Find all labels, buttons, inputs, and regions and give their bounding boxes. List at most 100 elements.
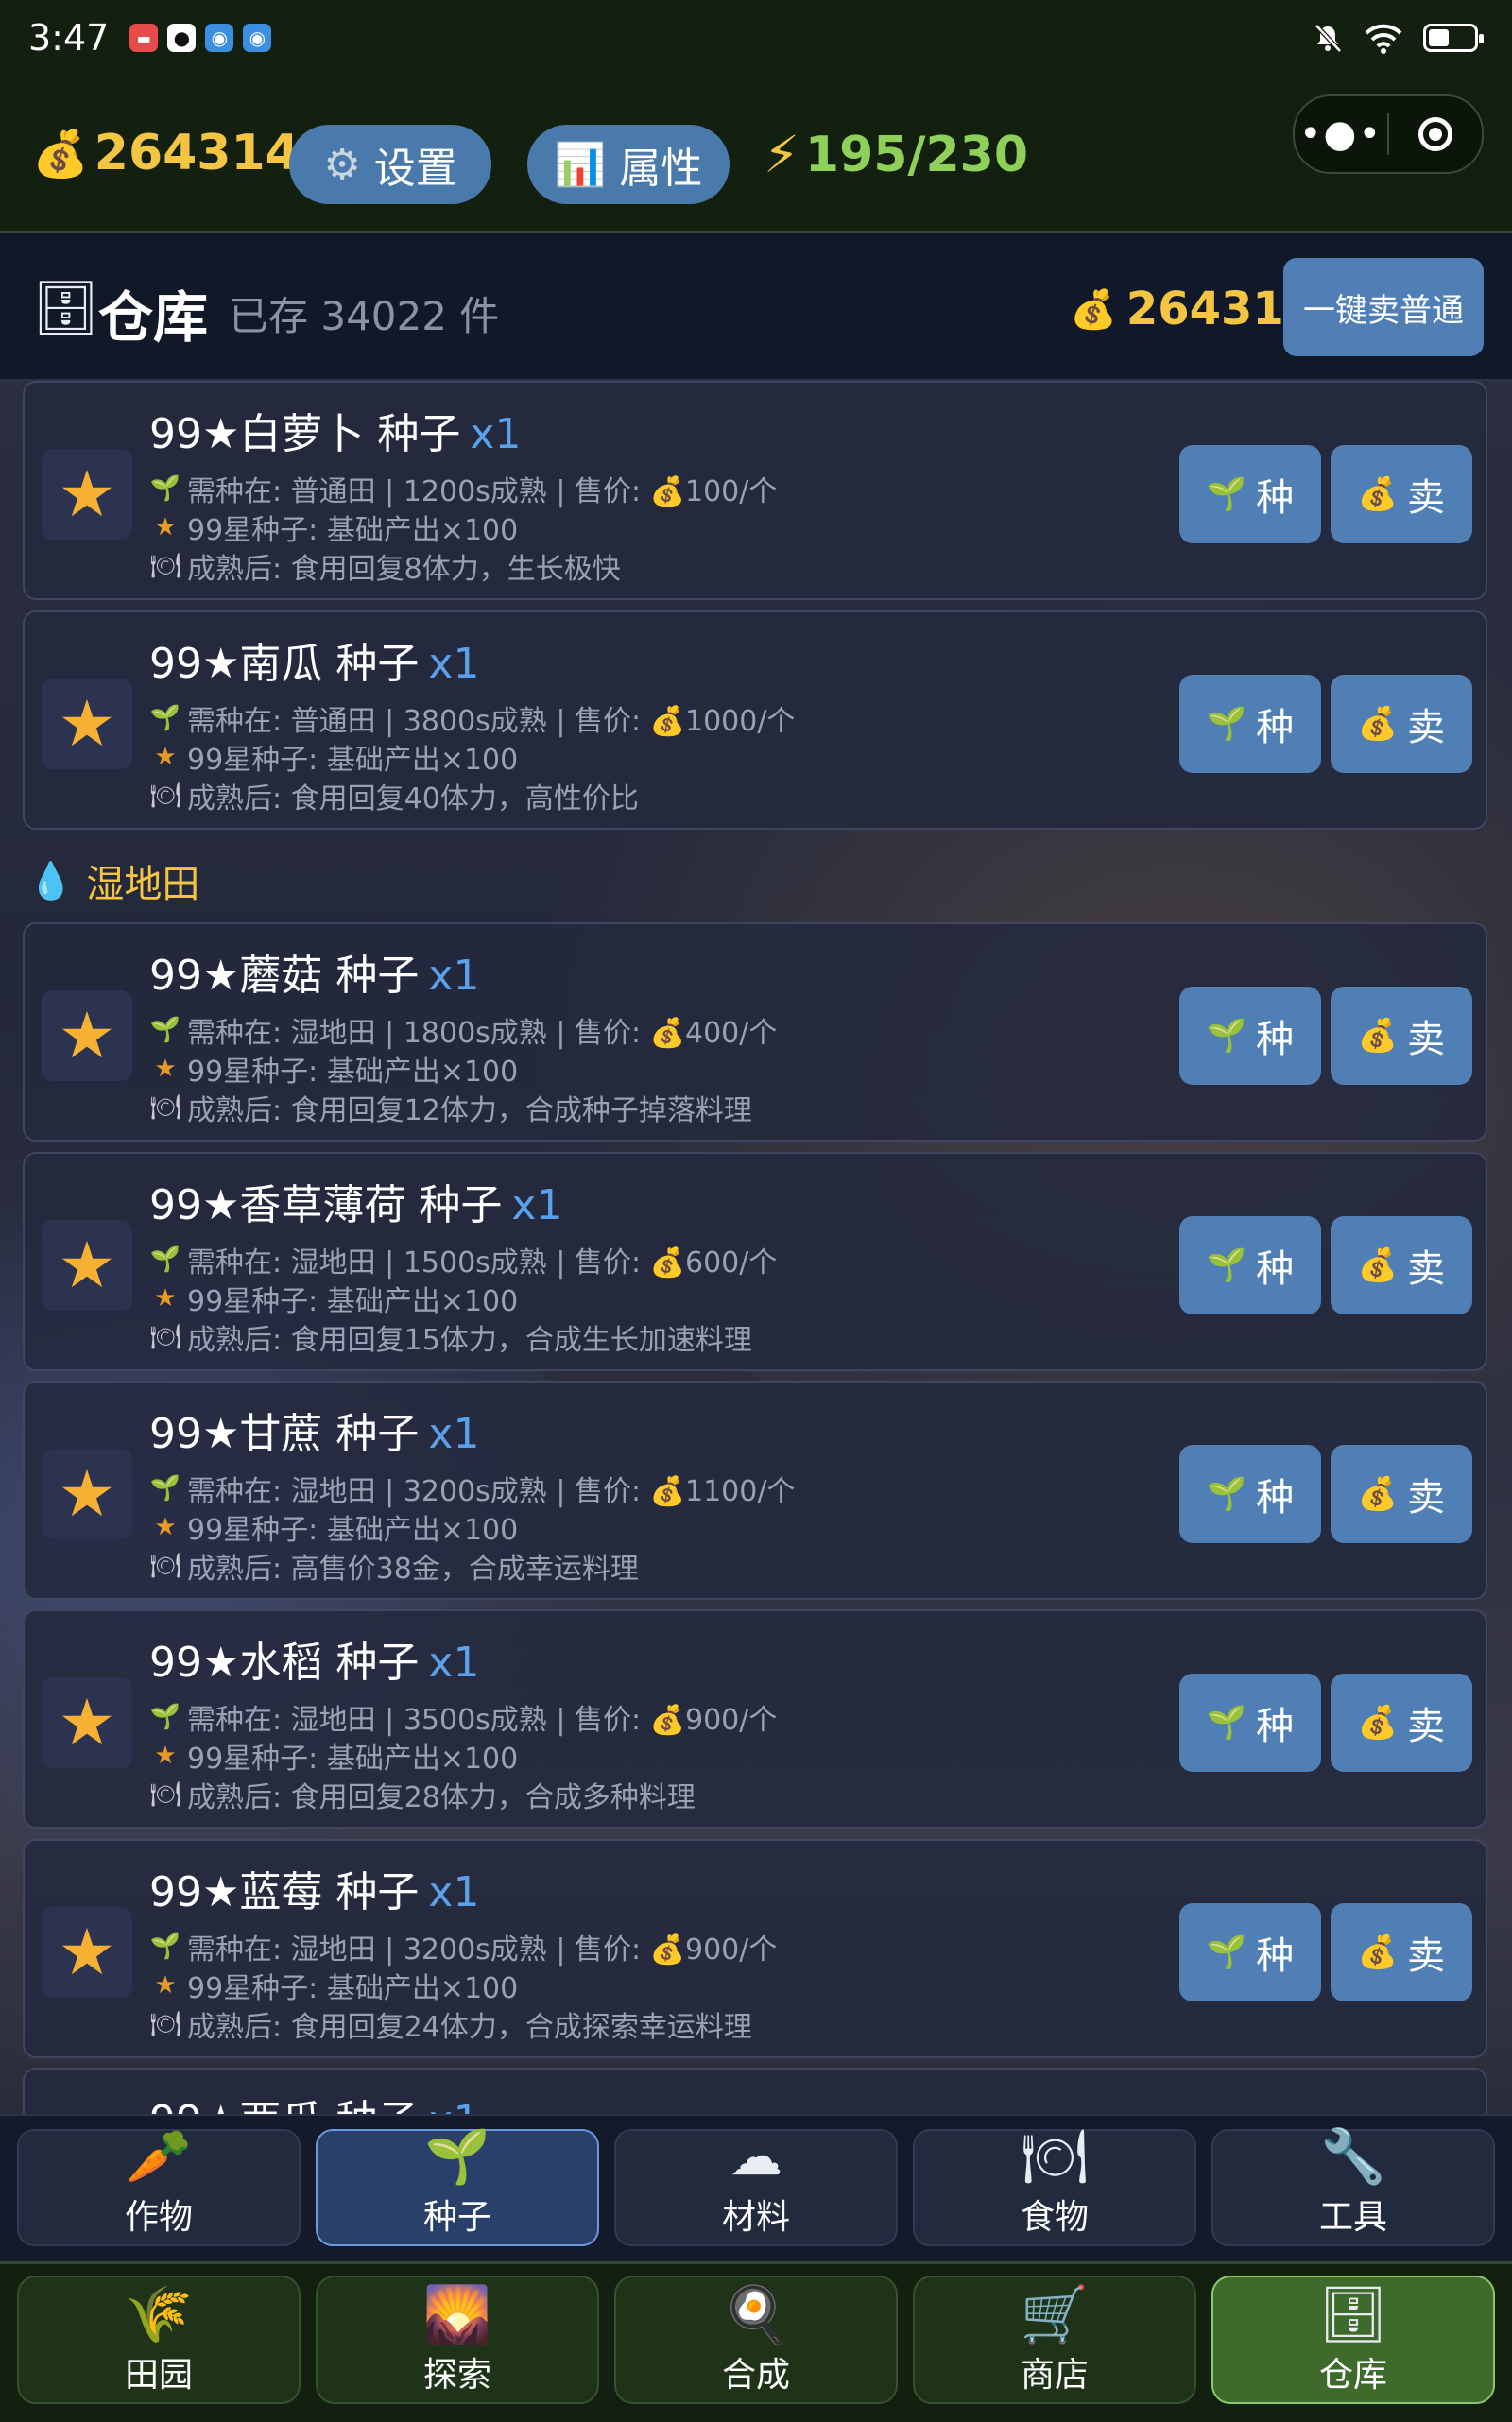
tab-label: 食物 [1020,2198,1089,2237]
sell-button[interactable]: 💰 卖 [1331,1216,1472,1314]
seed-item-card[interactable]: ★ 99★蘑菇 种子 x1 🌱 需种在: 湿地田 | 1800s成熟 | 售价: 💰40… [23,922,1487,1142]
nav-label: 田园 [124,2356,193,2395]
warehouse-header: 🗄 仓库 已存 34022 件 💰 264314 一键卖普通 [0,233,1512,381]
seed-name: 99★白萝卜 种子 x1 [149,400,521,460]
seed-effect-text: 成熟后: 食用回复24体力，合成探索幸运料理 [187,2011,752,2044]
sell-button[interactable]: 💰 卖 [1331,987,1472,1085]
seed-name: 99★南瓜 种子 x1 [149,629,479,690]
sprout-icon: 🌱 [1206,475,1247,513]
seed-name: 99★西瓜 种子 x1 [149,2087,479,2114]
nav-label: 探索 [422,2356,491,2395]
section-header-wetland: 💧 湿地田 [28,853,199,908]
filing-cabinet-icon: 🗄 [32,278,100,339]
seed-name-text: 99★水稻 种子 [149,1639,420,1687]
seed-item-card[interactable]: ★ 99★甘蔗 种子 x1 🌱 需种在: 湿地田 | 3200s成熟 | 售价: 💰11… [23,1381,1487,1600]
sprout-icon: 🌱 [1206,1475,1247,1513]
seed-item-card[interactable]: ★ 99★水稻 种子 x1 🌱 需种在: 湿地田 | 3500s成熟 | 售价: 💰90… [23,1609,1487,1829]
star-icon: ★ [154,1284,177,1313]
cabinet-icon: 🗄 [1318,2282,1388,2346]
nav-warehouse[interactable]: 🗄 仓库 [1211,2276,1495,2404]
sell-button[interactable]: 💰 卖 [1331,445,1472,543]
warehouse-title: 仓库 [98,285,209,350]
seed-name-text: 99★南瓜 种子 [149,640,420,688]
warehouse-count: 已存 34022 件 [229,293,500,339]
seed-item-card[interactable]: ★ 99★香草薄荷 种子 x1 🌱 需种在: 湿地田 | 1500s成熟 | 售价: 💰… [23,1152,1487,1371]
nav-farm[interactable]: 🌾 田园 [17,2276,301,2404]
seed-requirement-text: 需种在: 普通田 | 3800s成熟 | 售价: 💰1000/个 [187,705,796,738]
sell-label: 卖 [1407,1705,1446,1748]
sell-button[interactable]: 💰 卖 [1331,1674,1472,1772]
plant-button[interactable]: 🌱 种 [1179,987,1321,1085]
seed-requirement-text: 需种在: 湿地田 | 1800s成熟 | 售价: 💰400/个 [187,1017,778,1050]
sprout-icon: 🌱 [149,474,181,503]
tab-label: 材料 [721,2198,790,2237]
gold-display: 💰 264314 [32,125,300,181]
seed-list[interactable]: 💧 湿地田 ★ 99★白萝卜 种子 x1 🌱 需种在: 普通田 | 1200s成熟 | … [0,381,1512,2114]
seed-name-text: 99★蘑菇 种子 [149,952,420,1000]
tab-food[interactable]: 🍽 食物 [913,2127,1196,2246]
nav-explore[interactable]: 🌄 探索 [316,2276,599,2404]
plant-label: 种 [1256,1247,1295,1291]
seed-requirement-text: 需种在: 湿地田 | 3200s成熟 | 售价: 💰1100/个 [187,1475,796,1508]
plant-label: 种 [1256,1476,1295,1520]
sell-label: 卖 [1407,1476,1446,1520]
seed-item-card[interactable]: ★ 99★白萝卜 种子 x1 🌱 需种在: 普通田 | 1200s成熟 | 售价: 💰1… [23,381,1487,600]
seed-star-line: ★ 99星种子: 基础产出×100 [149,1735,518,1777]
lightning-icon: ⚡ [764,125,799,184]
sprout-icon: 🌱 [1206,1017,1247,1055]
seed-item-card[interactable]: ★ 99★南瓜 种子 x1 🌱 需种在: 普通田 | 3800s成熟 | 售价: 💰10… [23,610,1487,830]
plant-label: 种 [1256,1018,1295,1061]
money-bag-icon: 💰 [1357,1475,1399,1513]
plant-button[interactable]: 🌱 种 [1179,1216,1321,1314]
settings-button[interactable]: ⚙ 设置 [289,125,491,204]
tab-tools[interactable]: 🔧 工具 [1211,2127,1495,2246]
plant-label: 种 [1256,1934,1295,1978]
status-app-icons: ▬ ● ◉ ◉ [129,24,272,52]
attributes-label: 属性 [619,145,703,193]
plant-button[interactable]: 🌱 种 [1179,675,1321,773]
sell-button[interactable]: 💰 卖 [1331,1903,1472,2001]
battery-icon [1423,24,1484,52]
nav-craft[interactable]: 🍳 合成 [614,2276,898,2404]
plant-button[interactable]: 🌱 种 [1179,445,1321,543]
tab-seeds[interactable]: 🌱 种子 [316,2127,599,2246]
money-bag-icon: 💰 [1357,705,1399,743]
seed-item-card[interactable]: ★99★西瓜 种子x1🌱★🍽🌱种💰卖 [23,2068,1487,2114]
tab-materials[interactable]: ☁ 材料 [614,2127,898,2246]
star-seed-icon: ★ [42,449,132,540]
sprout-icon: 🌱 [1206,1933,1247,1971]
wheat-icon: 🌾 [124,2282,194,2346]
sell-button[interactable]: 💰 卖 [1331,675,1472,773]
tab-crops[interactable]: 🥕 作物 [17,2127,301,2246]
plant-button[interactable]: 🌱 种 [1179,1445,1321,1543]
sell-label: 卖 [1407,1934,1446,1978]
plant-button[interactable]: 🌱 种 [1179,1674,1321,1772]
blue-app-icon-2: ◉ [243,24,272,52]
sell-all-common-button[interactable]: 一键卖普通 [1283,258,1484,356]
seed-item-card[interactable]: ★ 99★蓝莓 种子 x1 🌱 需种在: 湿地田 | 3200s成熟 | 售价: 💰90… [23,1839,1487,2058]
close-miniprogram-button[interactable] [1389,117,1482,151]
gold-amount: 264314 [94,125,300,181]
plant-label: 种 [1256,1705,1295,1748]
sell-button[interactable]: 💰 卖 [1331,1445,1472,1543]
category-tabs: 🥕 作物 🌱 种子 ☁ 材料 🍽 食物 🔧 工具 [0,2114,1512,2263]
gear-icon: ⚙ [323,140,361,189]
seed-star-text: 99星种子: 基础产出×100 [187,1514,519,1547]
seed-name-text: 99★香草薄荷 种子 [149,1181,503,1229]
sell-label: 卖 [1407,1018,1446,1061]
seed-requirement-line: 🌱 需种在: 湿地田 | 3500s成熟 | 售价: 💰900/个 [149,1696,778,1738]
seed-quantity: x1 [470,410,522,458]
money-bag-icon: 💰 [1357,1933,1399,1971]
seed-effect-text: 成熟后: 高售价38金，合成幸运料理 [187,1553,639,1586]
sprout-icon: 🌱 [1206,1246,1247,1284]
seed-requirement-text: 需种在: 湿地田 | 3200s成熟 | 售价: 💰900/个 [187,1933,778,1967]
tab-label: 工具 [1318,2198,1387,2237]
more-options-icon[interactable]: •●• [1295,112,1387,156]
nav-shop[interactable]: 🛒 商店 [913,2276,1196,2404]
seed-requirement-text: 需种在: 湿地田 | 3500s成熟 | 售价: 💰900/个 [187,1704,778,1737]
attributes-button[interactable]: 📊 属性 [527,125,730,204]
plant-button[interactable]: 🌱 种 [1179,1903,1321,2001]
seed-effect-line: 🍽 成熟后: 食用回复28体力，合成多种料理 [149,1774,695,1815]
red-app-icon: ▬ [129,24,159,52]
seed-star-text: 99星种子: 基础产出×100 [187,1972,519,2005]
